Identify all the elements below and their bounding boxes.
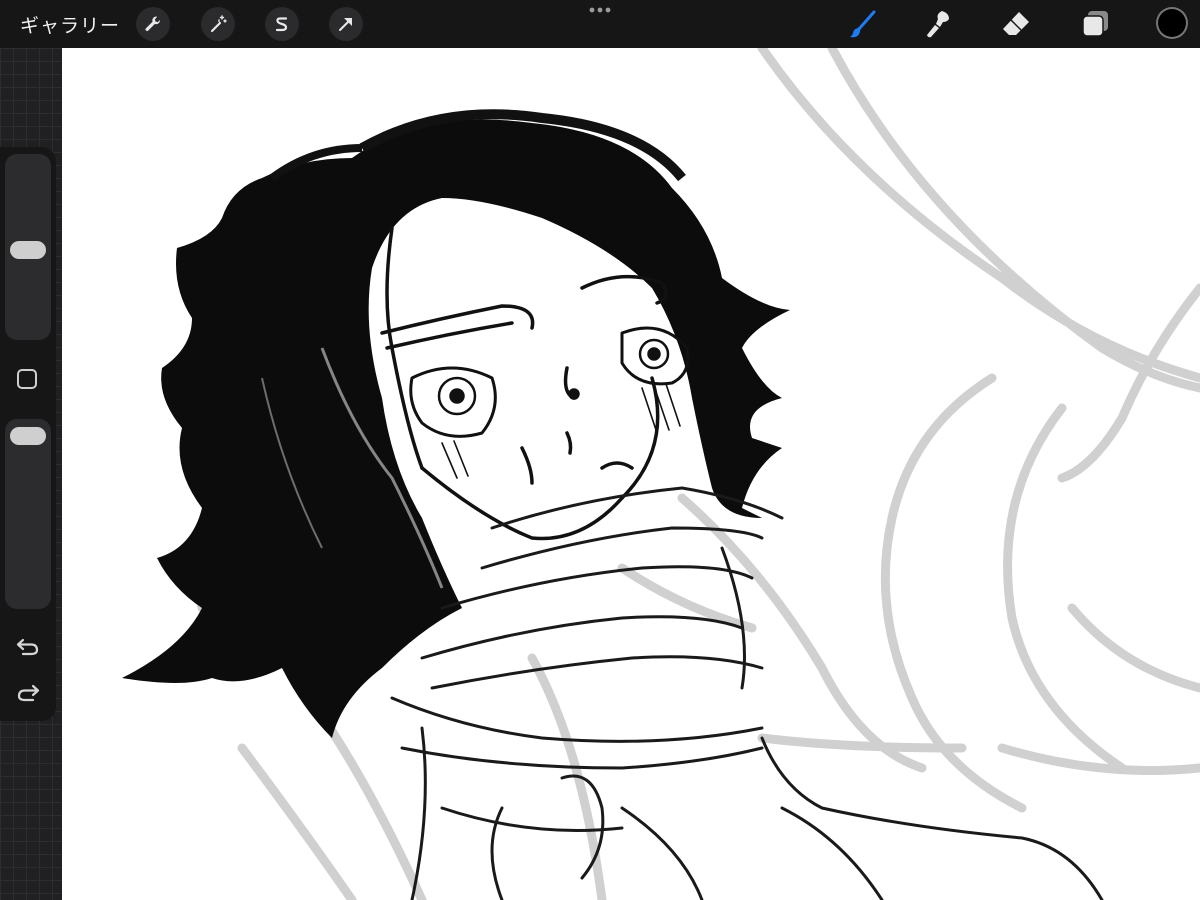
selection-button[interactable] (265, 7, 299, 41)
redo-icon (17, 684, 40, 702)
hair-sketch (122, 109, 790, 739)
layers-button[interactable] (1077, 6, 1113, 42)
collar-sketch (390, 486, 1104, 900)
redo-button[interactable] (14, 679, 42, 707)
wrench-icon (145, 16, 161, 31)
sketch-artwork (122, 48, 1200, 900)
transform-button[interactable] (329, 7, 363, 41)
undo-icon (16, 638, 39, 656)
gallery-button[interactable]: ギャラリー (20, 11, 120, 38)
brush-size-slider[interactable] (5, 154, 51, 340)
opacity-slider[interactable] (5, 419, 51, 609)
smudge-tool-button[interactable] (920, 6, 956, 42)
brush-tool-button[interactable] (845, 6, 881, 42)
modify-button[interactable] (17, 369, 37, 389)
drawing-canvas[interactable] (62, 48, 1200, 900)
layers-icon (1082, 11, 1108, 37)
brush-size-thumb[interactable] (10, 241, 46, 259)
brush-icon (850, 10, 876, 38)
color-picker-button[interactable] (1156, 7, 1188, 39)
actions-button[interactable] (136, 7, 170, 41)
selection-s-icon (275, 17, 288, 32)
eraser-tool-button[interactable] (998, 6, 1034, 42)
magic-wand-icon (210, 15, 227, 33)
eraser-icon (1003, 12, 1029, 35)
more-dots-icon[interactable] (588, 4, 612, 16)
undo-button[interactable] (14, 633, 42, 661)
smudge-icon (927, 11, 949, 38)
sidebar (0, 147, 56, 721)
top-toolbar: ギャラリー (0, 0, 1200, 48)
transform-arrow-icon (339, 18, 352, 31)
adjustments-button[interactable] (201, 7, 235, 41)
opacity-thumb[interactable] (10, 427, 46, 445)
